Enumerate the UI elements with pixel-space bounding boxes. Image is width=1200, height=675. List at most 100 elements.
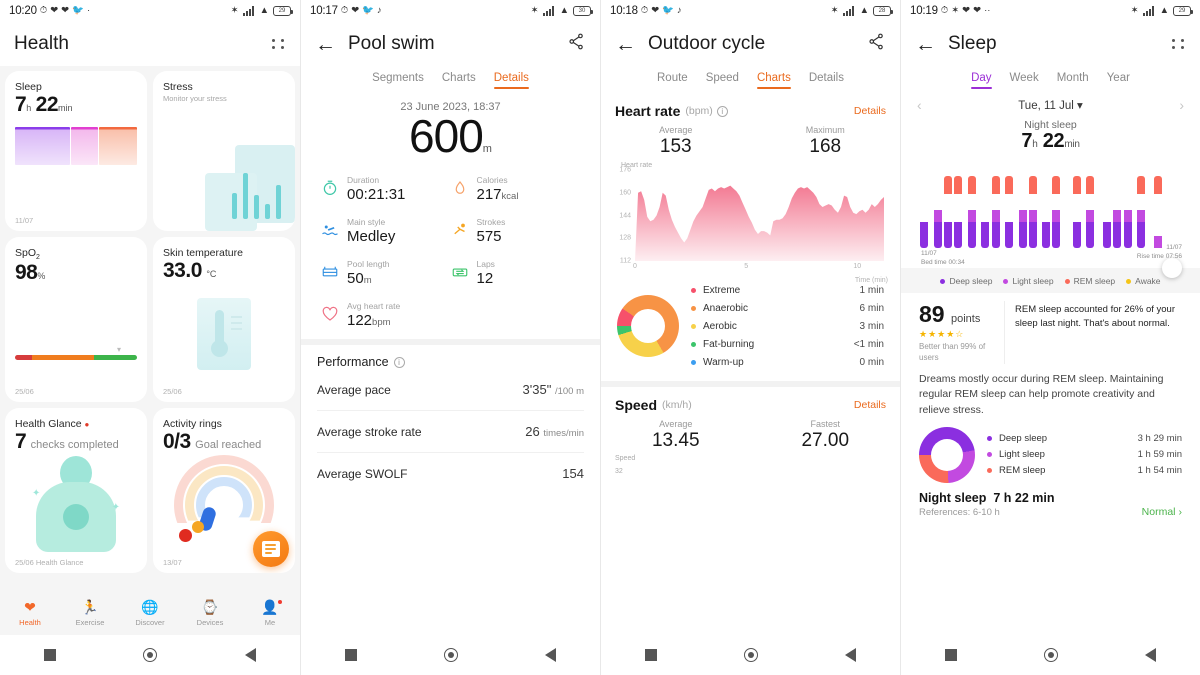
card-sleep-title: Sleep	[15, 81, 42, 93]
home-icon[interactable]	[743, 648, 758, 662]
tab-segments[interactable]: Segments	[372, 72, 424, 89]
tab-devices[interactable]: ⌚ Devices	[180, 599, 240, 627]
tab-health[interactable]: ❤ Health	[0, 599, 60, 627]
y-tick-label: 128	[619, 234, 631, 242]
card-skin-date: 25/06	[163, 387, 182, 396]
android-nav-bar	[601, 635, 900, 675]
metric-value: 00:21:31	[347, 186, 406, 203]
edit-rings-button[interactable]	[253, 531, 289, 567]
share-icon[interactable]	[867, 32, 886, 56]
section-title: Heart rate	[615, 103, 681, 119]
tab-route[interactable]: Route	[657, 72, 688, 89]
app-bar: ← Sleep	[901, 22, 1200, 66]
selected-date[interactable]: Tue, 11 Jul ▾	[922, 98, 1180, 112]
metric-value: Medley	[347, 228, 396, 245]
twitter-icon: 🐦	[362, 5, 375, 17]
recents-icon[interactable]	[644, 649, 657, 661]
row-label: Average pace	[317, 382, 391, 397]
speed-details-link[interactable]: Details	[854, 399, 886, 411]
total-distance: 600m	[409, 110, 492, 162]
strokes-icon	[451, 221, 469, 239]
tab-health-label: Health	[19, 618, 41, 627]
hypnogram-bar	[1052, 176, 1061, 248]
more-options-icon[interactable]	[270, 36, 286, 52]
back-arrow-icon[interactable]: ←	[915, 34, 936, 55]
hypnogram-bar	[1137, 176, 1146, 248]
card-activity-rings[interactable]: Activity rings 0/3 Goal reached 13/07	[153, 408, 295, 573]
info-icon[interactable]: i	[716, 105, 728, 117]
back-icon[interactable]	[545, 648, 557, 662]
tab-week[interactable]: Week	[1010, 72, 1039, 89]
star-rating: ★★★★☆	[919, 329, 965, 339]
recents-icon[interactable]	[944, 649, 957, 661]
tab-exercise[interactable]: 🏃 Exercise	[60, 599, 120, 627]
tab-day[interactable]: Day	[971, 72, 992, 89]
home-icon[interactable]	[143, 648, 158, 662]
bluetooth-icon: ✶	[530, 5, 539, 17]
next-day-icon[interactable]: ›	[1179, 97, 1184, 113]
night-sleep-summary: Night sleep 7h 22min	[901, 119, 1200, 153]
info-icon[interactable]: i	[393, 356, 405, 368]
hr-average: Average 153	[601, 125, 751, 158]
speed-section-header: Speed (km/h) Details	[601, 387, 900, 413]
tab-speed[interactable]: Speed	[706, 72, 739, 89]
card-health-glance[interactable]: Health Glance ● 7 checks completed ✦ ✦ 2…	[5, 408, 147, 573]
back-arrow-icon[interactable]: ←	[315, 34, 336, 55]
metric-value: 575	[476, 228, 502, 245]
page-title: Outdoor cycle	[648, 33, 766, 54]
status-bar: 10:17 ⏱ ❤ 🐦 ♪ ✶ ▲ 30	[301, 0, 600, 22]
metric-value: 50m	[347, 270, 372, 287]
tab-discover[interactable]: 🌐 Discover	[120, 599, 180, 627]
watch-icon: ⌚	[201, 599, 219, 615]
sleep-hypnogram-chart[interactable]: 11/07 Bed time 00:34 11/07 Rise time 07:56	[909, 163, 1192, 278]
back-icon[interactable]	[245, 648, 257, 662]
chart-slider-handle[interactable]	[1162, 258, 1182, 278]
share-icon[interactable]	[567, 32, 586, 56]
stress-bar-chart	[232, 161, 281, 219]
hypnogram-bar	[1005, 176, 1014, 248]
metric-laps: Laps 12	[451, 259, 581, 287]
status-time: 10:18	[610, 5, 638, 17]
metric-avg-heart-rate: Avg heart rate 122bpm	[321, 301, 451, 329]
hr-maximum-value: 168	[809, 136, 842, 157]
home-icon[interactable]	[1043, 648, 1058, 662]
heart-rate-chart: 112 128 144 160 176 0 5 10 Time (min)	[611, 167, 890, 285]
card-spo2[interactable]: SpO2 98% ▾ 25/06	[5, 237, 147, 402]
night-sleep-total-row[interactable]: Night sleep 7 h 22 min References: 6-10 …	[919, 491, 1182, 518]
alarm-off-icon: ⏱	[340, 5, 349, 17]
tab-charts[interactable]: Charts	[756, 72, 791, 89]
hypnogram-bar	[1113, 176, 1122, 248]
tab-month[interactable]: Month	[1057, 72, 1089, 89]
hr-x-axis: 0 5 10	[633, 263, 884, 275]
tab-year[interactable]: Year	[1107, 72, 1130, 89]
tab-details[interactable]: Details	[493, 72, 530, 89]
home-icon[interactable]	[443, 648, 458, 662]
tab-details[interactable]: Details	[809, 72, 844, 89]
page-title: Sleep	[948, 33, 997, 54]
card-skin-temperature[interactable]: Skin temperature 33.0 °C 25/06	[153, 237, 295, 402]
back-icon[interactable]	[845, 648, 857, 662]
signal-icon	[542, 6, 556, 16]
hypnogram-bar	[920, 176, 929, 248]
status-badge[interactable]: Normal ›	[1142, 506, 1182, 518]
heart-rate-details-link[interactable]: Details	[854, 105, 886, 117]
legend-deep-sleep: Deep sleep	[940, 276, 992, 286]
recents-icon[interactable]	[344, 649, 357, 661]
card-glance-date: 25/06 Health Glance	[15, 558, 84, 567]
card-rings-value: 0/3 Goal reached	[163, 430, 262, 453]
card-stress[interactable]: Stress Monitor your stress	[153, 71, 295, 231]
back-arrow-icon[interactable]: ←	[615, 34, 636, 55]
sleep-score-card: 89 points ★★★★☆ Better than 99% of users…	[909, 293, 1192, 526]
card-sleep[interactable]: Sleep 7h 22min 11/07	[5, 71, 147, 231]
recents-icon[interactable]	[43, 649, 56, 661]
tab-me[interactable]: 👤 Me	[240, 599, 300, 627]
hypnogram-bar	[1042, 176, 1051, 248]
y-tick-label: 144	[619, 212, 631, 219]
more-options-icon[interactable]	[1170, 36, 1186, 52]
swim-tabs: Segments Charts Details	[301, 66, 600, 93]
back-icon[interactable]	[1145, 648, 1157, 662]
tab-charts[interactable]: Charts	[442, 72, 476, 89]
status-time: 10:19	[910, 5, 938, 17]
bluetooth-icon: ✶	[1130, 5, 1139, 17]
health-card-grid: Sleep 7h 22min 11/07 Stress Monitor your…	[0, 66, 300, 591]
